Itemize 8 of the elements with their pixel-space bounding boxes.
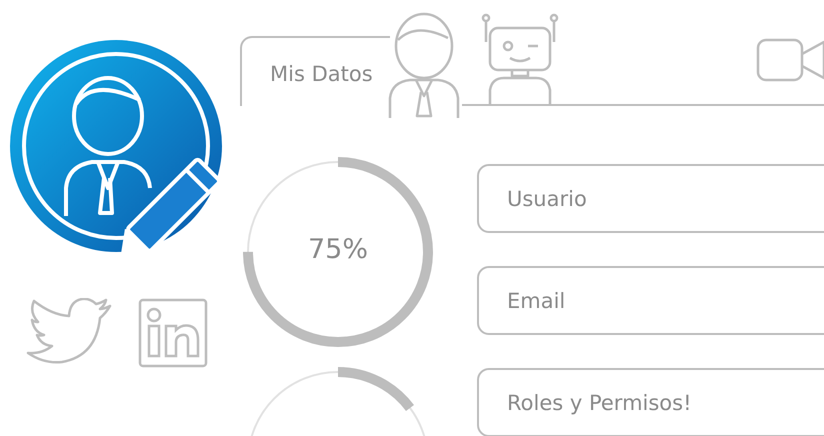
progress-percent: 75% [306, 234, 369, 265]
tab[interactable]: Mis Datos [240, 36, 390, 106]
input-field[interactable]: Roles y Permisos! [477, 368, 824, 436]
input-field[interactable]: Usuario [477, 164, 824, 233]
person-icon [386, 12, 462, 120]
video-camera-icon[interactable] [756, 36, 824, 84]
linkedin-icon[interactable] [138, 298, 208, 368]
input-field[interactable]: Email [477, 266, 824, 335]
